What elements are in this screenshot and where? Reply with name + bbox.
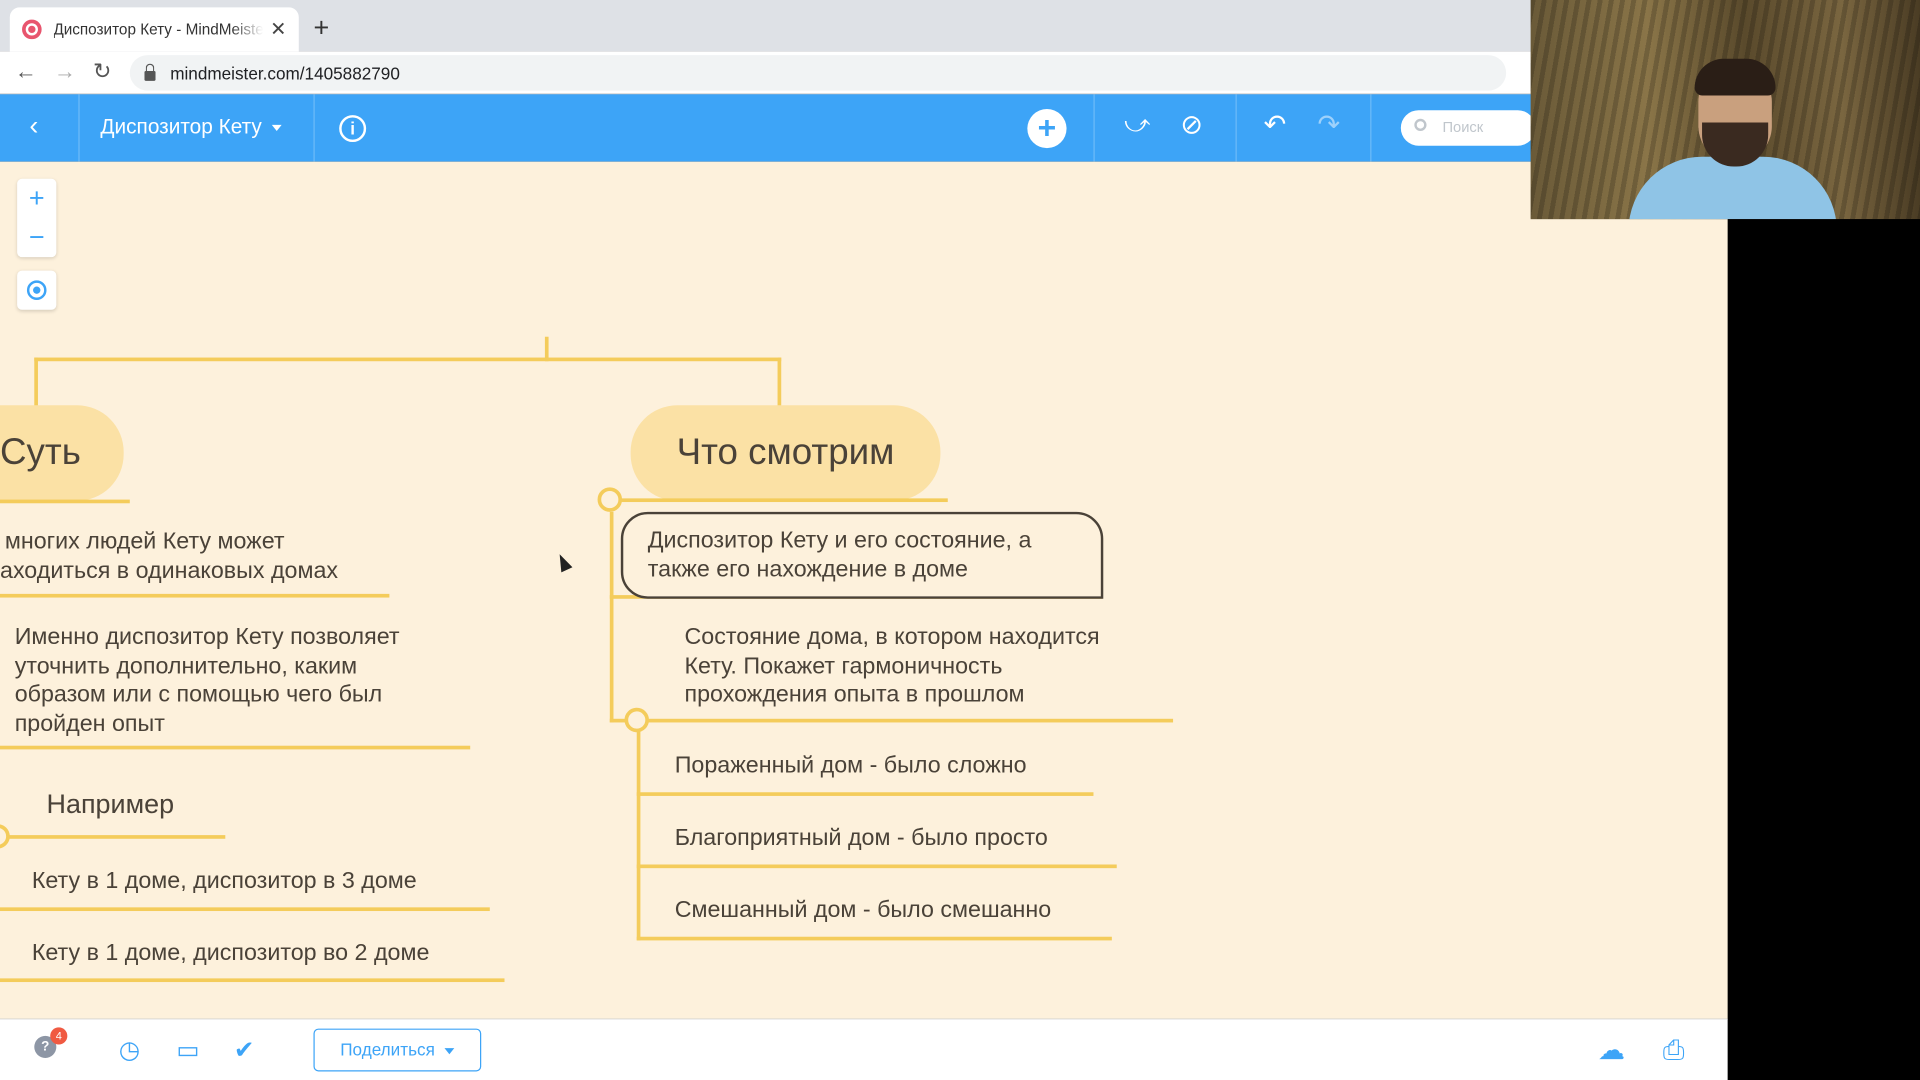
screen: Диспозитор Кету - MindMeister ✕ + ← → ↻ … — [0, 0, 1920, 1080]
example-heading[interactable]: Например — [47, 789, 175, 821]
tasks-check-icon[interactable]: ✔ — [234, 1035, 255, 1066]
notification-badge: 4 — [50, 1027, 68, 1045]
black-margin — [1727, 219, 1920, 1080]
selected-node-line-1: Диспозитор Кету и его состояние, а — [647, 527, 1032, 554]
zoom-out-icon[interactable]: − — [17, 218, 56, 257]
leaf-afflicted[interactable]: Пораженный дом - было сложно — [675, 753, 1027, 780]
undo-icon[interactable]: ↶ — [1264, 109, 1287, 141]
presentation-icon[interactable]: ▭ — [176, 1035, 199, 1066]
house-state-node[interactable]: Состояние дома, в котором находится Кету… — [684, 623, 1099, 709]
example-2[interactable]: Кету в 1 доме, диспозитор во 2 доме — [32, 940, 430, 967]
back-chevron-icon[interactable]: ‹ — [29, 110, 38, 142]
share-label: Поделиться — [340, 1039, 435, 1060]
leaf-favorable[interactable]: Благоприятный дом - было просто — [675, 825, 1048, 852]
mindmeister-favicon-icon — [22, 19, 42, 40]
search-placeholder: Поиск — [1442, 118, 1484, 136]
house-state-line-2: Кету. Покажет гармоничность — [684, 653, 1003, 679]
connect-icon[interactable]: ⤻ — [1124, 111, 1150, 139]
browser-window: Диспозитор Кету - MindMeister ✕ + ← → ↻ … — [0, 0, 1920, 1080]
house-state-line-1: Состояние дома, в котором находится — [684, 624, 1100, 651]
left-item-2-line-2: уточнить дополнительно, каким — [14, 653, 358, 679]
webcam-video — [1530, 0, 1920, 220]
close-tab-icon[interactable]: ✕ — [270, 17, 286, 41]
left-item-1-line-2: аходиться в одинаковых домах — [0, 557, 339, 584]
search-input[interactable]: Поиск — [1400, 110, 1536, 146]
left-item-2-line-3: образом или с помощью чего был — [14, 682, 383, 708]
address-bar[interactable]: mindmeister.com/1405882790 — [129, 55, 1507, 91]
left-item-2-line-4: пройден опыт — [14, 710, 165, 737]
redo-icon[interactable]: ↷ — [1318, 109, 1341, 141]
browser-tab[interactable]: Диспозитор Кету - MindMeister ✕ — [9, 7, 299, 52]
share-button[interactable]: Поделиться — [313, 1028, 482, 1072]
back-icon[interactable]: ← — [15, 59, 37, 85]
search-icon — [1414, 118, 1427, 132]
map-title: Диспозитор Кету — [100, 115, 262, 139]
no-style-icon[interactable]: ⊘ — [1180, 109, 1203, 141]
forward-icon[interactable]: → — [54, 59, 76, 85]
url-text: mindmeister.com/1405882790 — [170, 63, 400, 83]
center-map-icon[interactable] — [17, 270, 57, 310]
reload-icon[interactable]: ↻ — [93, 59, 111, 85]
selected-node-line-2: также его нахождение в доме — [647, 556, 969, 583]
map-title-menu[interactable]: Диспозитор Кету — [100, 115, 282, 139]
left-item-2[interactable]: Именно диспозитор Кету позволяет уточнит… — [15, 623, 400, 738]
print-icon[interactable]: ⎙ — [1663, 1035, 1685, 1067]
tab-title: Диспозитор Кету - MindMeister — [53, 20, 263, 38]
share-chevron-icon — [444, 1047, 455, 1055]
left-item-2-line-1: Именно диспозитор Кету позволяет — [14, 624, 400, 651]
left-item-1[interactable]: многих людей Кету может аходиться в один… — [0, 528, 338, 586]
selected-node[interactable]: Диспозитор Кету и его состояние, а также… — [620, 511, 1104, 599]
leaf-mixed[interactable]: Смешанный дом - было смешанно — [675, 898, 1052, 925]
zoom-in-icon[interactable]: + — [17, 179, 56, 218]
bottom-bar — [0, 1018, 1728, 1080]
download-cloud-icon[interactable]: ☁ — [1598, 1035, 1625, 1067]
add-topic-button[interactable]: + — [1027, 108, 1067, 149]
history-icon[interactable]: ◷ — [119, 1035, 140, 1066]
topic-chto-smotrim[interactable]: Что смотрим — [630, 405, 941, 501]
new-tab-icon[interactable]: + — [313, 12, 329, 44]
left-item-1-line-1: многих людей Кету может — [4, 528, 285, 555]
chevron-down-icon — [271, 124, 282, 132]
house-state-line-3: прохождения опыта в прошлом — [684, 682, 1025, 708]
info-icon[interactable]: i — [339, 115, 367, 143]
lock-icon — [144, 63, 156, 81]
example-1[interactable]: Кету в 1 доме, диспозитор в 3 доме — [32, 868, 417, 895]
zoom-controls: + − — [17, 178, 57, 258]
topic-sut[interactable]: Суть — [0, 405, 124, 501]
